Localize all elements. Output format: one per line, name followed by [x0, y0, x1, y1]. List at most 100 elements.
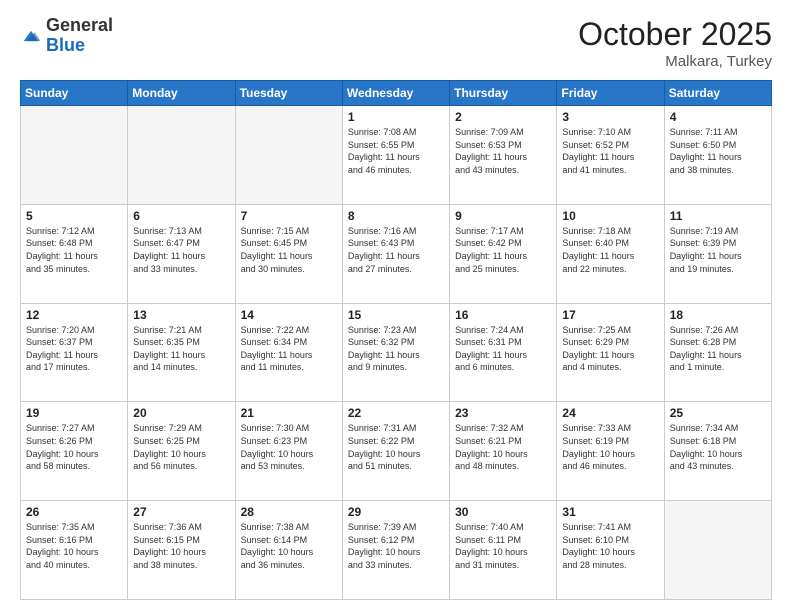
calendar-cell	[21, 106, 128, 205]
day-number: 20	[133, 406, 229, 420]
day-number: 26	[26, 505, 122, 519]
day-info: Sunrise: 7:33 AM Sunset: 6:19 PM Dayligh…	[562, 422, 658, 472]
calendar-cell: 10Sunrise: 7:18 AM Sunset: 6:40 PM Dayli…	[557, 204, 664, 303]
col-header-tuesday: Tuesday	[235, 81, 342, 106]
day-info: Sunrise: 7:18 AM Sunset: 6:40 PM Dayligh…	[562, 225, 658, 275]
calendar-week-row: 12Sunrise: 7:20 AM Sunset: 6:37 PM Dayli…	[21, 303, 772, 402]
calendar-cell: 6 Sunrise: 7:13 AM Sunset: 6:47 PM Daylig…	[128, 204, 235, 303]
calendar-cell: 16Sunrise: 7:24 AM Sunset: 6:31 PM Dayli…	[450, 303, 557, 402]
calendar-cell: 24Sunrise: 7:33 AM Sunset: 6:19 PM Dayli…	[557, 402, 664, 501]
day-info: Sunrise: 7:38 AM Sunset: 6:14 PM Dayligh…	[241, 521, 337, 571]
day-info: Sunrise: 7:17 AM Sunset: 6:42 PM Dayligh…	[455, 225, 551, 275]
calendar-cell: 19 Sunrise: 7:27 AM Sunset: 6:26 PM Dayli…	[21, 402, 128, 501]
day-number: 7	[241, 209, 337, 223]
calendar-cell: 5 Sunrise: 7:12 AM Sunset: 6:48 PM Daylig…	[21, 204, 128, 303]
day-number: 6	[133, 209, 229, 223]
day-number: 8	[348, 209, 444, 223]
location: Malkara, Turkey	[578, 53, 772, 70]
day-number: 17	[562, 308, 658, 322]
calendar-cell: 27Sunrise: 7:36 AM Sunset: 6:15 PM Dayli…	[128, 501, 235, 600]
day-info: Sunrise: 7:23 AM Sunset: 6:32 PM Dayligh…	[348, 324, 444, 374]
day-info: Sunrise: 7:13 AM Sunset: 6:47 PM Dayligh…	[133, 225, 229, 275]
page: General Blue October 2025 Malkara, Turke…	[0, 0, 792, 612]
calendar-cell: 12Sunrise: 7:20 AM Sunset: 6:37 PM Dayli…	[21, 303, 128, 402]
day-info: Sunrise: 7:11 AM Sunset: 6:50 PM Dayligh…	[670, 126, 766, 176]
day-number: 12	[26, 308, 122, 322]
col-header-monday: Monday	[128, 81, 235, 106]
day-number: 23	[455, 406, 551, 420]
day-number: 19	[26, 406, 122, 420]
day-info: Sunrise: 7:26 AM Sunset: 6:28 PM Dayligh…	[670, 324, 766, 374]
calendar-cell: 18 Sunrise: 7:26 AM Sunset: 6:28 PM Dayli…	[664, 303, 771, 402]
day-number: 21	[241, 406, 337, 420]
calendar-cell: 30 Sunrise: 7:40 AM Sunset: 6:11 PM Dayli…	[450, 501, 557, 600]
day-number: 30	[455, 505, 551, 519]
day-info: Sunrise: 7:35 AM Sunset: 6:16 PM Dayligh…	[26, 521, 122, 571]
day-info: Sunrise: 7:12 AM Sunset: 6:48 PM Dayligh…	[26, 225, 122, 275]
calendar-cell: 9 Sunrise: 7:17 AM Sunset: 6:42 PM Daylig…	[450, 204, 557, 303]
day-number: 28	[241, 505, 337, 519]
col-header-friday: Friday	[557, 81, 664, 106]
day-number: 15	[348, 308, 444, 322]
month-title: October 2025	[578, 16, 772, 53]
calendar-cell: 8 Sunrise: 7:16 AM Sunset: 6:43 PM Daylig…	[342, 204, 449, 303]
day-number: 25	[670, 406, 766, 420]
calendar-cell	[128, 106, 235, 205]
calendar-cell: 29 Sunrise: 7:39 AM Sunset: 6:12 PM Dayli…	[342, 501, 449, 600]
col-header-saturday: Saturday	[664, 81, 771, 106]
day-number: 5	[26, 209, 122, 223]
calendar-cell: 11Sunrise: 7:19 AM Sunset: 6:39 PM Dayli…	[664, 204, 771, 303]
day-number: 9	[455, 209, 551, 223]
calendar-cell: 4Sunrise: 7:11 AM Sunset: 6:50 PM Daylig…	[664, 106, 771, 205]
calendar-cell: 3 Sunrise: 7:10 AM Sunset: 6:52 PM Daylig…	[557, 106, 664, 205]
day-info: Sunrise: 7:32 AM Sunset: 6:21 PM Dayligh…	[455, 422, 551, 472]
day-info: Sunrise: 7:39 AM Sunset: 6:12 PM Dayligh…	[348, 521, 444, 571]
day-number: 1	[348, 110, 444, 124]
calendar-cell: 23 Sunrise: 7:32 AM Sunset: 6:21 PM Dayli…	[450, 402, 557, 501]
day-info: Sunrise: 7:30 AM Sunset: 6:23 PM Dayligh…	[241, 422, 337, 472]
calendar-week-row: 1Sunrise: 7:08 AM Sunset: 6:55 PM Daylig…	[21, 106, 772, 205]
day-number: 13	[133, 308, 229, 322]
day-number: 3	[562, 110, 658, 124]
calendar-cell: 13 Sunrise: 7:21 AM Sunset: 6:35 PM Dayli…	[128, 303, 235, 402]
day-info: Sunrise: 7:22 AM Sunset: 6:34 PM Dayligh…	[241, 324, 337, 374]
calendar-cell: 31Sunrise: 7:41 AM Sunset: 6:10 PM Dayli…	[557, 501, 664, 600]
day-number: 14	[241, 308, 337, 322]
day-info: Sunrise: 7:10 AM Sunset: 6:52 PM Dayligh…	[562, 126, 658, 176]
calendar-cell: 28 Sunrise: 7:38 AM Sunset: 6:14 PM Dayli…	[235, 501, 342, 600]
day-info: Sunrise: 7:24 AM Sunset: 6:31 PM Dayligh…	[455, 324, 551, 374]
day-number: 22	[348, 406, 444, 420]
header: General Blue October 2025 Malkara, Turke…	[20, 16, 772, 70]
day-number: 11	[670, 209, 766, 223]
day-number: 2	[455, 110, 551, 124]
calendar-cell: 26 Sunrise: 7:35 AM Sunset: 6:16 PM Dayli…	[21, 501, 128, 600]
logo-icon	[20, 25, 42, 47]
calendar-cell: 2 Sunrise: 7:09 AM Sunset: 6:53 PM Daylig…	[450, 106, 557, 205]
calendar-cell	[235, 106, 342, 205]
day-info: Sunrise: 7:16 AM Sunset: 6:43 PM Dayligh…	[348, 225, 444, 275]
day-info: Sunrise: 7:27 AM Sunset: 6:26 PM Dayligh…	[26, 422, 122, 472]
col-header-wednesday: Wednesday	[342, 81, 449, 106]
day-info: Sunrise: 7:25 AM Sunset: 6:29 PM Dayligh…	[562, 324, 658, 374]
calendar-cell: 14 Sunrise: 7:22 AM Sunset: 6:34 PM Dayli…	[235, 303, 342, 402]
calendar-cell: 22 Sunrise: 7:31 AM Sunset: 6:22 PM Dayli…	[342, 402, 449, 501]
day-info: Sunrise: 7:29 AM Sunset: 6:25 PM Dayligh…	[133, 422, 229, 472]
day-info: Sunrise: 7:21 AM Sunset: 6:35 PM Dayligh…	[133, 324, 229, 374]
day-info: Sunrise: 7:40 AM Sunset: 6:11 PM Dayligh…	[455, 521, 551, 571]
day-info: Sunrise: 7:31 AM Sunset: 6:22 PM Dayligh…	[348, 422, 444, 472]
calendar-cell: 1Sunrise: 7:08 AM Sunset: 6:55 PM Daylig…	[342, 106, 449, 205]
calendar-cell: 15 Sunrise: 7:23 AM Sunset: 6:32 PM Dayli…	[342, 303, 449, 402]
day-number: 27	[133, 505, 229, 519]
logo-general-text: General	[46, 16, 113, 36]
calendar-week-row: 5 Sunrise: 7:12 AM Sunset: 6:48 PM Daylig…	[21, 204, 772, 303]
day-number: 29	[348, 505, 444, 519]
calendar-header-row: SundayMondayTuesdayWednesdayThursdayFrid…	[21, 81, 772, 106]
day-info: Sunrise: 7:09 AM Sunset: 6:53 PM Dayligh…	[455, 126, 551, 176]
day-number: 31	[562, 505, 658, 519]
day-number: 18	[670, 308, 766, 322]
calendar-cell: 7Sunrise: 7:15 AM Sunset: 6:45 PM Daylig…	[235, 204, 342, 303]
calendar-cell: 17 Sunrise: 7:25 AM Sunset: 6:29 PM Dayli…	[557, 303, 664, 402]
calendar-week-row: 26 Sunrise: 7:35 AM Sunset: 6:16 PM Dayli…	[21, 501, 772, 600]
logo-text: General Blue	[46, 16, 113, 56]
title-block: October 2025 Malkara, Turkey	[578, 16, 772, 70]
